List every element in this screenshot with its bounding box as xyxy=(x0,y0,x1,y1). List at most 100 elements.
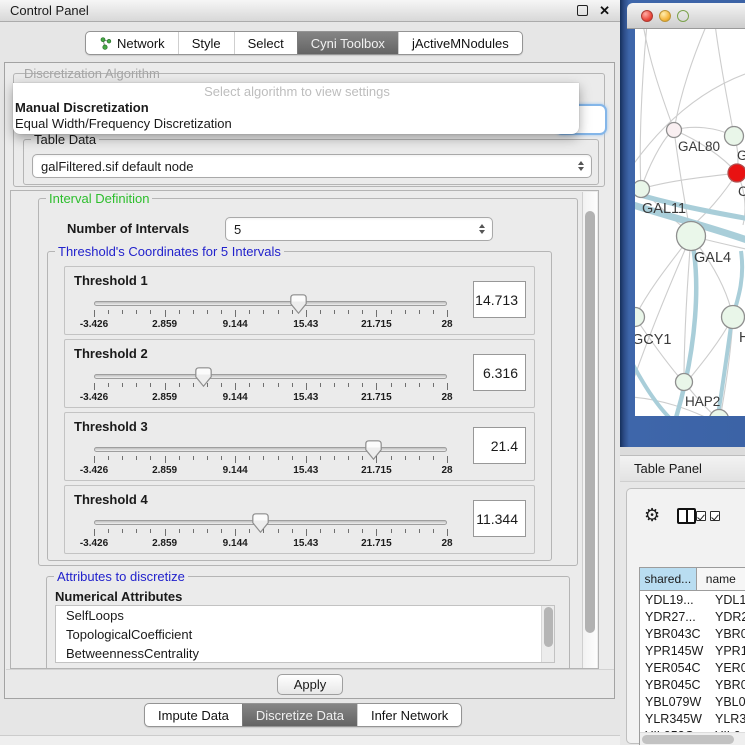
slider-tick xyxy=(108,456,109,460)
tab-cyni-toolbox[interactable]: Cyni Toolbox xyxy=(297,32,398,54)
cell-name[interactable]: YBL0 xyxy=(710,695,745,709)
slider-tick xyxy=(221,529,222,533)
slider-tick xyxy=(362,529,363,533)
cell-name[interactable]: YER0 xyxy=(710,661,745,675)
table-row[interactable]: YLR345WYLR3 xyxy=(640,710,745,727)
network-node-red-selected[interactable] xyxy=(728,164,745,182)
number-of-intervals-combobox[interactable]: 5 xyxy=(225,217,493,241)
cell-name[interactable]: YPR1 xyxy=(710,644,745,658)
list-item-betweennesscentrality[interactable]: BetweennessCentrality xyxy=(56,644,554,663)
slider-track[interactable] xyxy=(94,520,447,525)
network-node-gcy1[interactable] xyxy=(635,308,645,327)
cell-name[interactable]: YDL1 xyxy=(710,593,745,607)
cell-shared-name[interactable]: YDR27... xyxy=(640,610,710,624)
float-window-icon[interactable] xyxy=(577,5,588,16)
slider-tick xyxy=(235,456,236,463)
network-node-top-right[interactable] xyxy=(725,127,744,146)
cell-name[interactable]: YBR0 xyxy=(710,627,745,641)
network-node-gal11[interactable] xyxy=(635,181,650,198)
cell-shared-name[interactable]: YLR345W xyxy=(640,712,710,726)
table-panel-window: Table Panel ⚙ shared... name YDL19...YDL… xyxy=(620,455,745,745)
tab-impute-data-label: Impute Data xyxy=(158,708,229,723)
attributes-group: Attributes to discretize Numerical Attri… xyxy=(46,576,570,669)
threshold-4-value-field[interactable]: 11.344 xyxy=(473,500,526,537)
settings-scrollbar-thumb[interactable] xyxy=(585,211,595,633)
cell-name[interactable]: YBR0 xyxy=(710,678,745,692)
split-view-icon[interactable] xyxy=(677,508,696,524)
column-header-name[interactable]: name xyxy=(697,568,745,591)
tab-jactivemnodules[interactable]: jActiveMNodules xyxy=(398,32,522,54)
network-node-bottom[interactable] xyxy=(710,410,729,417)
table-row[interactable]: YDL19...YDL1 xyxy=(640,591,745,608)
cell-shared-name[interactable]: YBL079W xyxy=(640,695,710,709)
tab-discretize-data[interactable]: Discretize Data xyxy=(242,704,357,726)
popup-item-manual-discretization[interactable]: Manual Discretization xyxy=(13,100,579,116)
tab-style[interactable]: Style xyxy=(178,32,234,54)
table-row[interactable]: YBR043CYBR0 xyxy=(640,625,745,642)
cell-shared-name[interactable]: YER054C xyxy=(640,661,710,675)
slider-tick xyxy=(405,529,406,533)
cell-shared-name[interactable]: YPR145W xyxy=(640,644,710,658)
list-scrollbar[interactable] xyxy=(541,606,554,662)
slider-tick xyxy=(405,310,406,314)
slider-track[interactable] xyxy=(94,374,447,379)
slider-tick xyxy=(306,383,307,390)
list-scrollbar-thumb[interactable] xyxy=(544,607,553,647)
threshold-4-slider[interactable]: -3.4262.8599.14415.4321.71528 xyxy=(94,514,447,552)
slider-tick xyxy=(348,383,349,387)
numerical-attributes-list: SelfLoops TopologicalCoefficient Between… xyxy=(55,605,555,663)
slider-tick xyxy=(122,456,123,460)
threshold-1-value-field[interactable]: 14.713 xyxy=(473,281,526,318)
network-node-hap2[interactable] xyxy=(676,374,693,391)
slider-track[interactable] xyxy=(94,301,447,306)
minimize-traffic-light-icon[interactable] xyxy=(659,10,671,22)
table-row[interactable]: YER054CYER0 xyxy=(640,659,745,676)
slider-tick xyxy=(150,529,151,533)
slider-tick-label: 9.144 xyxy=(223,465,248,476)
slider-tick-labels: -3.4262.8599.14415.4321.71528 xyxy=(94,392,447,404)
network-node-gal80[interactable] xyxy=(667,123,682,138)
close-icon[interactable]: ✕ xyxy=(599,4,610,17)
slider-tick xyxy=(122,383,123,387)
close-traffic-light-icon[interactable] xyxy=(641,10,653,22)
table-data-combobox-value: galFiltered.sif default node xyxy=(41,159,193,174)
tab-network[interactable]: Network xyxy=(86,32,178,54)
slider-track[interactable] xyxy=(94,447,447,452)
apply-button[interactable]: Apply xyxy=(277,674,343,695)
gear-icon[interactable]: ⚙ xyxy=(644,507,660,525)
tab-infer-network[interactable]: Infer Network xyxy=(357,704,461,726)
table-row[interactable]: YPR145WYPR1 xyxy=(640,642,745,659)
settings-vertical-scrollbar[interactable] xyxy=(582,192,597,669)
threshold-3-slider[interactable]: -3.4262.8599.14415.4321.71528 xyxy=(94,441,447,479)
zoom-traffic-light-icon[interactable] xyxy=(677,10,689,22)
cell-shared-name[interactable]: YBR043C xyxy=(640,627,710,641)
slider-tick xyxy=(108,529,109,533)
table-data-combobox[interactable]: galFiltered.sif default node xyxy=(32,154,592,178)
node-table-header: shared... name xyxy=(640,568,745,591)
table-row[interactable]: YBR045CYBR0 xyxy=(640,676,745,693)
cell-shared-name[interactable]: YDL19... xyxy=(640,593,710,607)
table-row[interactable]: YBL079WYBL0 xyxy=(640,693,745,710)
list-item-topologicalcoefficient[interactable]: TopologicalCoefficient xyxy=(56,625,554,644)
threshold-1-slider[interactable]: -3.4262.8599.14415.4321.71528 xyxy=(94,295,447,333)
table-horizontal-scrollbar[interactable] xyxy=(640,732,745,745)
tab-impute-data[interactable]: Impute Data xyxy=(145,704,242,726)
checkbox-icon[interactable] xyxy=(696,511,706,521)
threshold-3-value-field[interactable]: 21.4 xyxy=(473,427,526,464)
tab-select[interactable]: Select xyxy=(234,32,297,54)
list-item-selfloops[interactable]: SelfLoops xyxy=(56,606,554,625)
checkbox-icon[interactable] xyxy=(710,511,720,521)
network-canvas[interactable]: GAL80 G C GAL11 GAL4 GCY1 H HAP2 xyxy=(635,29,745,416)
popup-item-equal-width-frequency[interactable]: Equal Width/Frequency Discretization xyxy=(13,116,579,132)
cell-name[interactable]: YDR2 xyxy=(710,610,745,624)
network-node-right-mid[interactable] xyxy=(722,306,745,329)
slider-tick-label: -3.426 xyxy=(80,465,108,476)
threshold-2-slider[interactable]: -3.4262.8599.14415.4321.71528 xyxy=(94,368,447,406)
cell-name[interactable]: YLR3 xyxy=(710,712,745,726)
table-row[interactable]: YDR27...YDR2 xyxy=(640,608,745,625)
cell-shared-name[interactable]: YBR045C xyxy=(640,678,710,692)
threshold-2-value-field[interactable]: 6.316 xyxy=(473,354,526,391)
table-hscrollbar-thumb[interactable] xyxy=(642,735,734,744)
column-header-shared-name[interactable]: shared... xyxy=(640,568,697,591)
network-node-gal4[interactable] xyxy=(677,222,706,251)
